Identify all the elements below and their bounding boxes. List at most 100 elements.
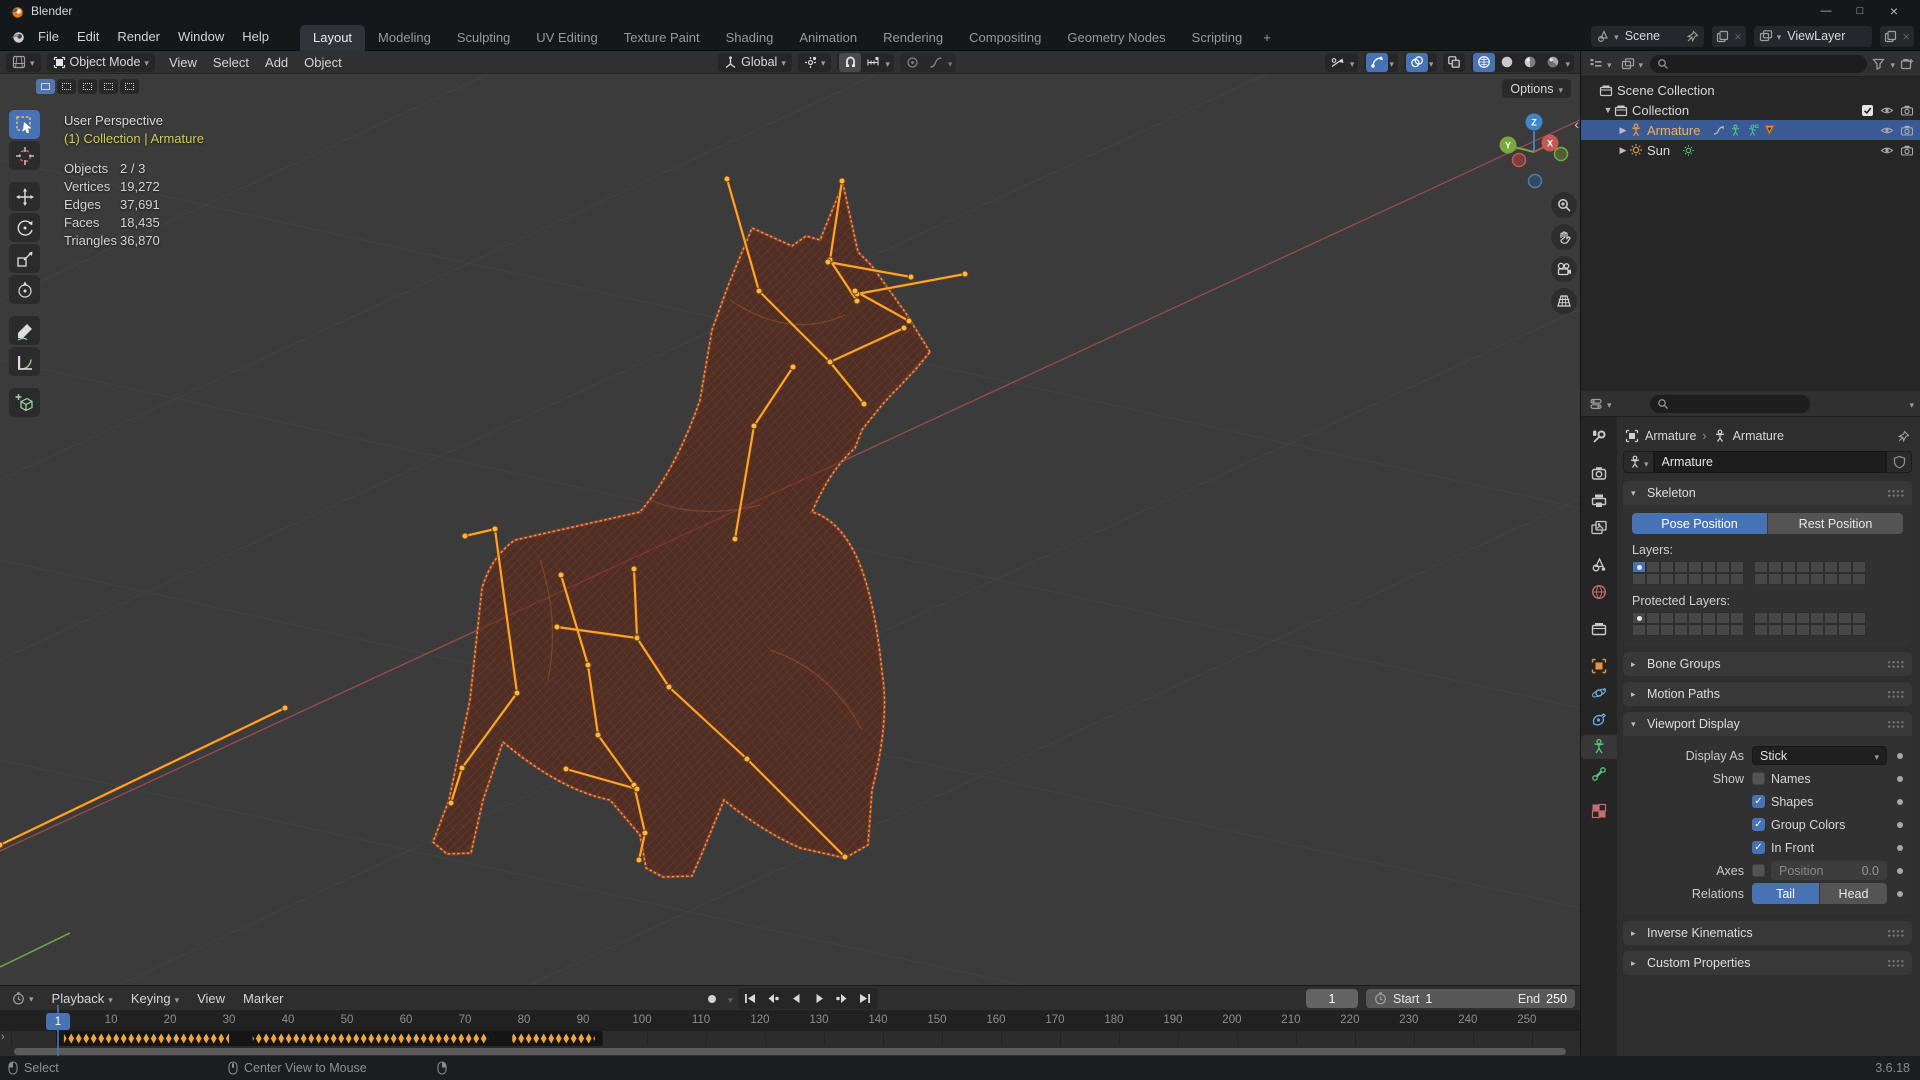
- select-mode-button-2[interactable]: [78, 79, 97, 94]
- layer-cell[interactable]: [1810, 561, 1824, 573]
- viewport-display-panel-header[interactable]: ▾ Viewport Display: [1623, 712, 1912, 736]
- workspace-tab-layout[interactable]: Layout: [300, 24, 366, 51]
- outliner-search[interactable]: [1650, 54, 1868, 73]
- snap-target-dropdown[interactable]: [862, 53, 884, 72]
- display-as-dropdown[interactable]: Stick: [1752, 746, 1887, 765]
- layer-cell[interactable]: [1688, 624, 1702, 636]
- layer-cell[interactable]: [1754, 573, 1768, 585]
- outliner-row-scene-collection[interactable]: Scene Collection: [1581, 80, 1920, 100]
- editor-type-button[interactable]: [6, 52, 41, 72]
- timeline-menu-marker[interactable]: Marker: [235, 989, 291, 1008]
- current-frame-marker[interactable]: 1: [46, 1013, 70, 1030]
- properties-editor-type-button[interactable]: [1587, 394, 1614, 413]
- menu-help[interactable]: Help: [233, 25, 278, 48]
- layer-cell[interactable]: [1824, 561, 1838, 573]
- shading-solid-button[interactable]: [1496, 53, 1518, 72]
- drag-handle[interactable]: [1887, 719, 1904, 729]
- expand-arrow-icon[interactable]: ▼: [1602, 105, 1614, 115]
- workspace-tab-rendering[interactable]: Rendering: [870, 25, 956, 51]
- layer-cell[interactable]: [1730, 573, 1744, 585]
- play-reverse-button[interactable]: [785, 989, 808, 1008]
- new-scene-icon[interactable]: [1716, 30, 1729, 43]
- layer-cell[interactable]: [1796, 573, 1810, 585]
- properties-tab-world[interactable]: [1584, 580, 1614, 604]
- remove-view-layer-icon[interactable]: ×: [1902, 29, 1910, 44]
- drag-handle[interactable]: [1887, 689, 1904, 699]
- layer-cell[interactable]: [1702, 624, 1716, 636]
- workspace-tab-shading[interactable]: Shading: [713, 25, 787, 51]
- frame-range-fields[interactable]: Start 1 End 250: [1366, 989, 1575, 1008]
- outliner-search-input[interactable]: [1673, 56, 1861, 71]
- layer-cell[interactable]: [1660, 561, 1674, 573]
- eye-toggle-icon[interactable]: [1880, 144, 1894, 157]
- id-type-button[interactable]: [1623, 451, 1654, 473]
- timeline-scrollbar[interactable]: [0, 1046, 1580, 1056]
- layer-cell[interactable]: [1782, 624, 1796, 636]
- pose-icon[interactable]: [1729, 124, 1742, 137]
- layer-cell[interactable]: [1796, 612, 1810, 624]
- properties-tab-constraints[interactable]: [1584, 708, 1614, 732]
- keyframe-band[interactable]: [0, 1031, 1580, 1046]
- workspace-tab-modeling[interactable]: Modeling: [365, 25, 444, 51]
- shading-wireframe-button[interactable]: [1473, 52, 1496, 72]
- outliner-row-armature[interactable]: ▶ Armature: [1581, 120, 1920, 140]
- axes-position-slider[interactable]: Position 0.0: [1771, 861, 1887, 880]
- blender-menu-icon[interactable]: [10, 29, 25, 44]
- unlink-scene-icon[interactable]: ×: [1734, 29, 1742, 44]
- timeline-editor-type-button[interactable]: [6, 989, 40, 1008]
- layer-cell[interactable]: [1754, 612, 1768, 624]
- layer-cell[interactable]: [1716, 624, 1730, 636]
- layer-cell[interactable]: [1810, 624, 1824, 636]
- layer-cell[interactable]: [1632, 561, 1646, 573]
- datablock-name-input[interactable]: [1653, 451, 1886, 473]
- layer-cell[interactable]: [1646, 561, 1660, 573]
- layer-cell[interactable]: [1674, 612, 1688, 624]
- eye-toggle-icon[interactable]: [1880, 124, 1894, 137]
- timeline-menu-view[interactable]: View: [189, 989, 233, 1008]
- workspace-tab-animation[interactable]: Animation: [786, 25, 870, 51]
- drag-handle[interactable]: [1887, 488, 1904, 498]
- prev-keyframe-button[interactable]: [762, 989, 785, 1008]
- select-box-tool-button[interactable]: [9, 110, 40, 139]
- outliner-row-sun[interactable]: ▶ Sun: [1581, 140, 1920, 160]
- current-frame-field[interactable]: 1: [1306, 989, 1358, 1008]
- auto-keying-button[interactable]: [700, 989, 723, 1008]
- rotate-tool-button[interactable]: [9, 213, 40, 242]
- layer-cell[interactable]: [1810, 573, 1824, 585]
- layer-cell[interactable]: [1838, 573, 1852, 585]
- animate-dot[interactable]: [1897, 844, 1903, 851]
- layer-cell[interactable]: [1810, 612, 1824, 624]
- shading-material-button[interactable]: [1519, 53, 1541, 72]
- layer-cell[interactable]: [1838, 561, 1852, 573]
- jump-to-end-button[interactable]: [854, 989, 877, 1008]
- timeline-ruler[interactable]: 1 10 20 30 40 50 60 70 80 90 100 110 120 130 140 150 16…: [0, 1011, 1580, 1031]
- minimize-button[interactable]: [1809, 0, 1843, 22]
- layer-cell[interactable]: [1632, 624, 1646, 636]
- workspace-tab-compositing[interactable]: Compositing: [956, 25, 1054, 51]
- timeline-scroll-thumb[interactable]: [14, 1047, 1566, 1055]
- xray-toggle[interactable]: [1443, 52, 1466, 72]
- axes-checkbox[interactable]: [1752, 864, 1765, 877]
- layer-cell[interactable]: [1838, 624, 1852, 636]
- layer-cell[interactable]: [1824, 624, 1838, 636]
- mode-dropdown[interactable]: Object Mode: [46, 52, 155, 72]
- properties-tab-physics[interactable]: [1584, 681, 1614, 705]
- animate-dot[interactable]: [1897, 867, 1903, 874]
- proportional-falloff-dropdown[interactable]: [925, 53, 947, 72]
- properties-tab-bone[interactable]: [1584, 762, 1614, 786]
- layer-cell[interactable]: [1796, 561, 1810, 573]
- transform-orientation-dropdown[interactable]: Global: [718, 52, 792, 72]
- layer-cell[interactable]: [1674, 624, 1688, 636]
- menu-file[interactable]: File: [29, 25, 68, 48]
- animate-dot[interactable]: [1897, 890, 1903, 897]
- pivot-point-dropdown[interactable]: [797, 52, 832, 72]
- camera-toggle-icon[interactable]: [1900, 104, 1914, 117]
- layer-cell[interactable]: [1660, 624, 1674, 636]
- breadcrumb-data[interactable]: Armature: [1733, 429, 1784, 443]
- ortho-toggle-button[interactable]: [1551, 288, 1577, 314]
- select-mode-button-1[interactable]: [57, 79, 76, 94]
- properties-tab-view-layer[interactable]: [1584, 516, 1614, 540]
- drag-handle[interactable]: [1887, 659, 1904, 669]
- camera-toggle-icon[interactable]: [1900, 144, 1914, 157]
- layer-cell[interactable]: [1688, 573, 1702, 585]
